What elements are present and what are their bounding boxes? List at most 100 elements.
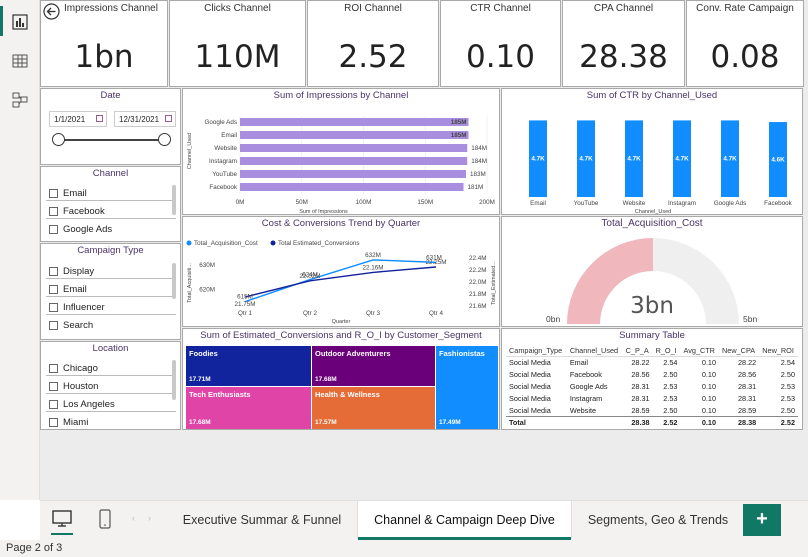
- campaign-option-influencer[interactable]: Influencer: [49, 302, 105, 313]
- scrollbar[interactable]: [172, 263, 176, 299]
- tab-executive-summary[interactable]: Executive Summar & Funnel: [168, 501, 356, 539]
- campaign-option-email[interactable]: Email: [49, 284, 87, 295]
- calendar-icon[interactable]: [96, 115, 103, 122]
- data-label: 183M: [470, 171, 486, 178]
- location-option-los-angeles[interactable]: Los Angeles: [49, 399, 115, 410]
- col-header[interactable]: Channel_Used: [567, 345, 623, 357]
- table-cell: 28.56: [737, 370, 757, 379]
- scrollbar[interactable]: [172, 360, 176, 400]
- option-label: Email: [63, 284, 87, 295]
- next-page-icon[interactable]: ›: [148, 513, 151, 523]
- add-page-button[interactable]: +: [743, 504, 781, 536]
- col-header[interactable]: R_O_I: [653, 345, 681, 357]
- col-header[interactable]: Campaign_Type: [506, 345, 567, 357]
- option-label: Chicago: [63, 363, 98, 374]
- location-option-miami[interactable]: Miami: [49, 417, 88, 428]
- table-view-icon[interactable]: [10, 51, 30, 71]
- channel-option-facebook[interactable]: Facebook: [49, 206, 105, 217]
- back-arrow-icon[interactable]: [43, 3, 60, 20]
- location-option-chicago[interactable]: Chicago: [49, 363, 98, 374]
- category-label: Email: [221, 132, 237, 139]
- checkbox[interactable]: [49, 400, 58, 409]
- checkbox[interactable]: [49, 285, 58, 294]
- y-tick-right: 22.0M: [469, 279, 487, 286]
- cell-value: 17.68M: [315, 376, 337, 383]
- treemap-cell-foodies[interactable]: Foodies 17.71M: [186, 346, 311, 386]
- impressions-bar: [240, 183, 464, 191]
- x-tick-label: 100M: [356, 199, 372, 206]
- x-tick-label: 0M: [236, 199, 245, 206]
- checkbox[interactable]: [49, 303, 58, 312]
- category-label: YouTube: [212, 171, 237, 178]
- desktop-layout-icon[interactable]: [51, 509, 73, 535]
- tab-segments-geo[interactable]: Segments, Geo & Trends: [573, 501, 743, 539]
- cell-label: Outdoor Adventurers: [315, 349, 391, 358]
- location-option-houston[interactable]: Houston: [49, 381, 98, 392]
- prev-page-icon[interactable]: ‹: [132, 513, 135, 523]
- cell-label: Foodies: [189, 349, 218, 358]
- table-cell: 2.50: [780, 405, 795, 415]
- table-cell: 28.22: [631, 358, 650, 368]
- kpi-value: 0.08: [710, 39, 780, 75]
- treemap-cell-fashionistas[interactable]: Fashionistas 17.49M: [436, 346, 498, 429]
- y-tick-right: 22.2M: [469, 267, 487, 274]
- acquisition-cost-gauge: Total_Acquisition_Cost 3bn 0bn 5bn: [501, 216, 803, 327]
- campaign-option-search[interactable]: Search: [49, 320, 93, 331]
- start-date-input[interactable]: 1/1/2021: [49, 111, 107, 127]
- mobile-layout-icon[interactable]: [98, 508, 112, 535]
- table-cell: 0.10: [701, 358, 717, 368]
- total-cell: 28.38: [631, 418, 650, 428]
- checkbox[interactable]: [49, 418, 58, 427]
- table-title: Summary Table: [619, 330, 685, 341]
- table-cell: Email: [569, 358, 589, 368]
- table-row: Social Media Instagram 28.31 2.53 0.10 28.31 2…: [506, 393, 798, 405]
- option-label: Google Ads: [63, 224, 113, 235]
- total-row: Total 28.38 2.52 0.10 28.38 2.52: [506, 416, 798, 429]
- checkbox[interactable]: [49, 189, 58, 198]
- checkbox[interactable]: [49, 225, 58, 234]
- date-range-start-handle[interactable]: [52, 133, 65, 146]
- col-header[interactable]: New_ROI: [759, 345, 798, 357]
- report-view-icon[interactable]: [10, 12, 30, 32]
- table-row: Social Media Google Ads 28.31 2.53 0.10 28.31…: [506, 381, 798, 393]
- campaign-option-display[interactable]: Display: [49, 266, 94, 277]
- legend-label: Total Estimated_Conversions: [278, 240, 360, 247]
- channel-option-email[interactable]: Email: [49, 188, 87, 199]
- legend-label: Total_Acquisition_Cost: [194, 240, 258, 247]
- option-label: Influencer: [63, 302, 105, 313]
- ctr-by-channel-chart: Sum of CTR by Channel_Used 4.7K Email 4.7K…: [501, 88, 803, 215]
- cell-label: Tech Enthusiasts: [189, 390, 251, 399]
- y-axis-title: Channel_Used: [187, 133, 193, 169]
- table-cell: 0.10: [701, 382, 717, 391]
- end-date-input[interactable]: 12/31/2021: [114, 111, 176, 127]
- summary-grid: Campaign_Type Channel_Used C_P_A R_O_I A…: [506, 345, 798, 429]
- checkbox[interactable]: [49, 267, 58, 276]
- data-label: 4.7K: [723, 156, 737, 163]
- scrollbar[interactable]: [172, 185, 176, 215]
- cell-label: Health & Wellness: [315, 390, 380, 399]
- data-label: 22.02M: [299, 273, 320, 280]
- tab-channel-campaign[interactable]: Channel & Campaign Deep Dive: [357, 501, 572, 540]
- checkbox[interactable]: [49, 382, 58, 391]
- treemap-cell-tech-enthusiasts[interactable]: Tech Enthusiasts 17.68M: [186, 387, 311, 429]
- channel-option-google-ads[interactable]: Google Ads: [49, 224, 112, 235]
- col-header[interactable]: C_P_A: [623, 345, 653, 357]
- col-header[interactable]: Avg_CTR: [680, 345, 719, 357]
- table-cell: Social Media: [509, 358, 551, 368]
- checkbox[interactable]: [49, 364, 58, 373]
- data-label: 4.6K: [771, 157, 785, 164]
- col-header[interactable]: New_CPA: [719, 345, 759, 357]
- treemap-cell-health-wellness[interactable]: Health & Wellness 17.57M: [312, 387, 435, 429]
- segment-treemap: Sum of Estimated_Conversions and R_O_I b…: [182, 328, 500, 430]
- table-cell: 2.53: [663, 394, 678, 403]
- end-date-value: 12/31/2021: [119, 115, 160, 124]
- checkbox[interactable]: [49, 207, 58, 216]
- checkbox[interactable]: [49, 321, 58, 330]
- treemap-cell-outdoor-adventurers[interactable]: Outdoor Adventurers 17.68M: [312, 346, 435, 386]
- cell-value: 17.71M: [189, 376, 211, 383]
- date-range-end-handle[interactable]: [158, 133, 171, 146]
- data-label: 22.25M: [425, 259, 446, 266]
- calendar-icon[interactable]: [165, 115, 172, 122]
- gauge-max: 5bn: [743, 314, 758, 324]
- model-view-icon[interactable]: [10, 90, 30, 110]
